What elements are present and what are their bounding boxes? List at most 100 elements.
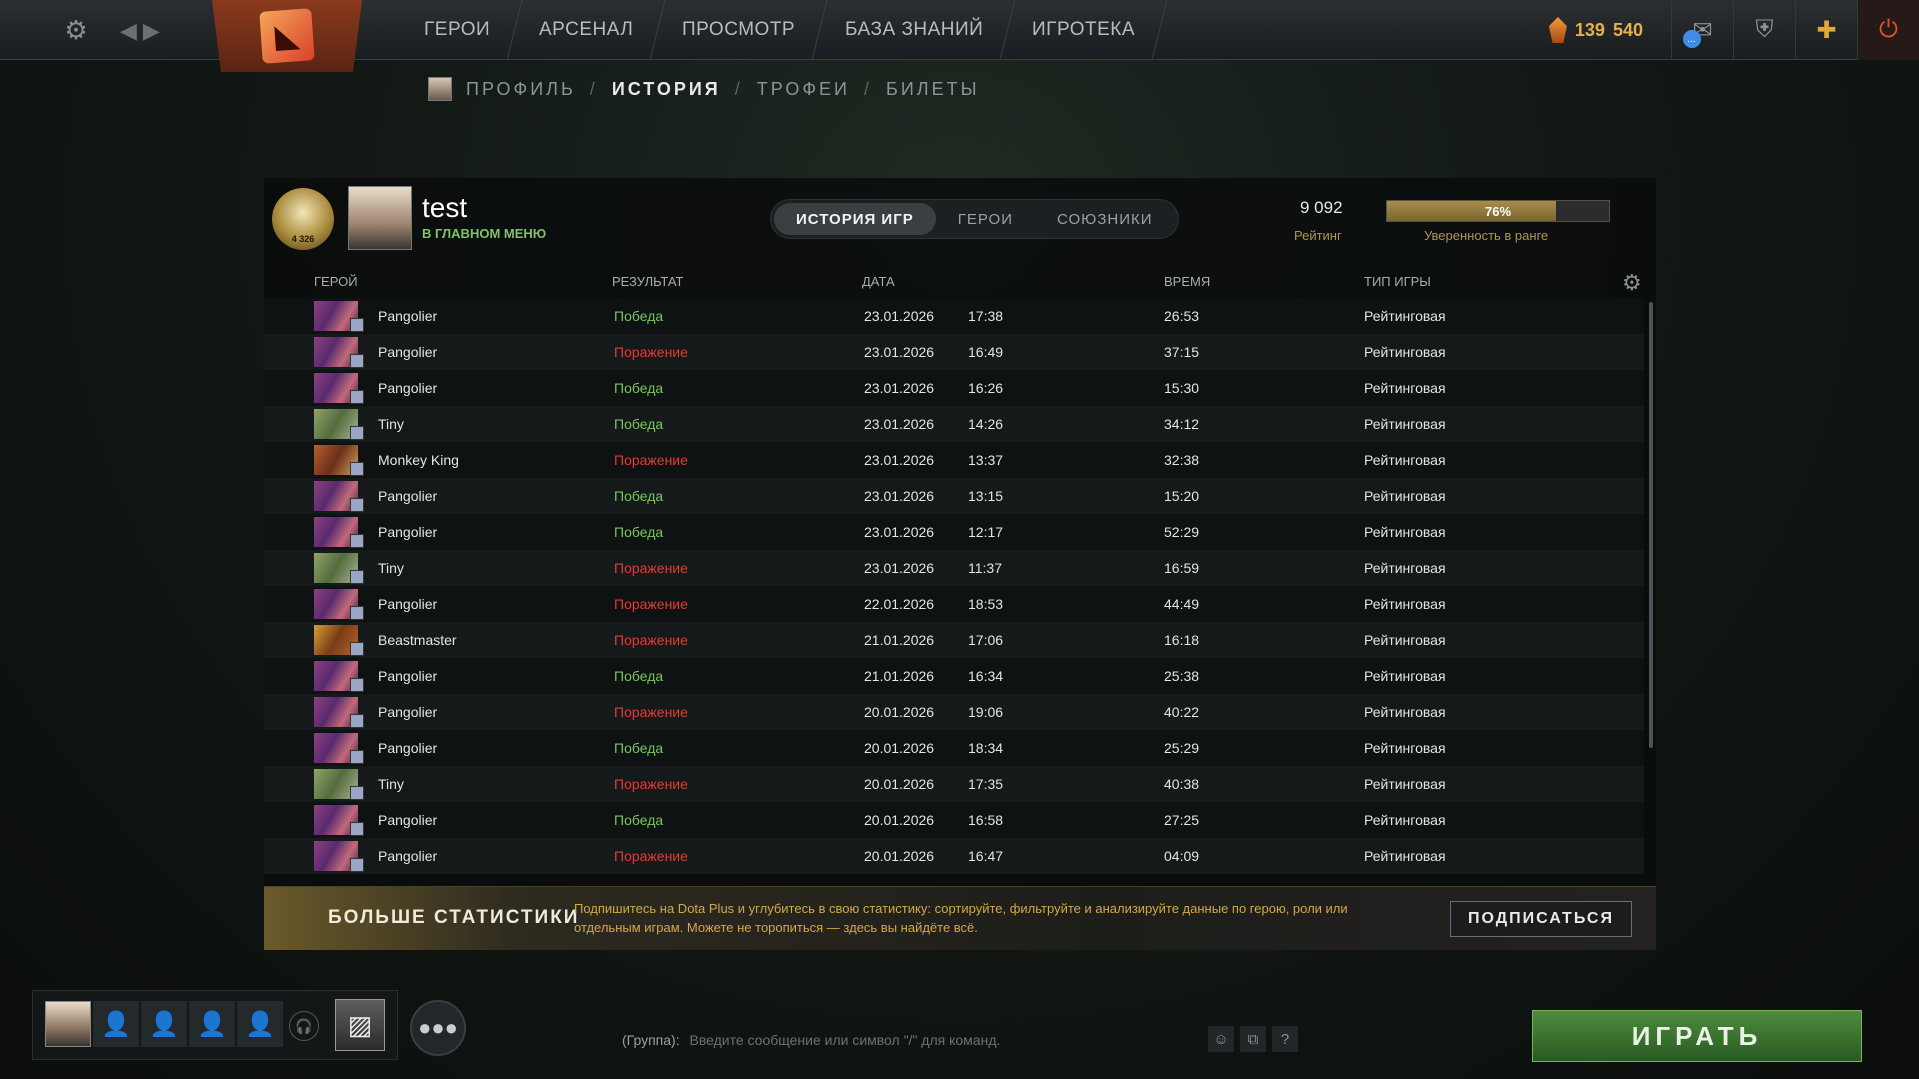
party-slot-empty[interactable]: 👤 xyxy=(93,1001,139,1047)
emote-icon[interactable]: ⧉ xyxy=(1240,1026,1266,1052)
match-start-time: 18:53 xyxy=(968,596,1004,612)
table-row[interactable]: Pangolier Победа 23.01.2026 17:38 26:53 Рейти… xyxy=(264,298,1644,334)
game-type: Рейтинговая xyxy=(1364,560,1446,576)
nav-heroes[interactable]: ГЕРОИ xyxy=(392,0,523,60)
match-start-time: 17:35 xyxy=(968,776,1004,792)
forward-arrow-icon[interactable]: ▶ xyxy=(143,18,166,43)
match-date: 23.01.2026 xyxy=(864,452,935,468)
hero-name: Pangolier xyxy=(378,740,438,756)
match-start-time: 16:26 xyxy=(968,380,1004,396)
table-row[interactable]: Pangolier Поражение 20.01.2026 19:06 40:22 Ре… xyxy=(264,694,1644,730)
match-start-time: 16:47 xyxy=(968,848,1004,864)
nav-arrows[interactable]: ◀▶ xyxy=(120,18,166,44)
group-icon[interactable]: ●●● xyxy=(410,1000,466,1056)
match-date: 20.01.2026 xyxy=(864,848,935,864)
dota-logo-icon: ◣ xyxy=(259,8,315,64)
hero-name: Tiny xyxy=(378,560,404,576)
tab-allies[interactable]: СОЮЗНИКИ xyxy=(1035,203,1175,235)
table-row[interactable]: Tiny Поражение 23.01.2026 11:37 16:59 Рейтинг… xyxy=(264,550,1644,586)
dota-plus-text: Подпишитесь на Dota Plus и углубитесь в … xyxy=(574,901,1348,935)
role-badge-icon xyxy=(350,462,364,476)
hero-name: Pangolier xyxy=(378,380,438,396)
shield-icon[interactable]: ⛨ xyxy=(1733,0,1795,60)
help-icon[interactable]: ? xyxy=(1272,1026,1298,1052)
hero-name: Monkey King xyxy=(378,452,459,468)
party-slot-empty[interactable]: 👤 xyxy=(189,1001,235,1047)
hero-name: Pangolier xyxy=(378,596,438,612)
hero-name: Pangolier xyxy=(378,704,438,720)
history-tabs: ИСТОРИЯ ИГР ГЕРОИ СОЮЗНИКИ xyxy=(770,199,1179,239)
role-badge-icon xyxy=(350,570,364,584)
table-row[interactable]: Pangolier Победа 23.01.2026 12:17 52:29 Рейти… xyxy=(264,514,1644,550)
nav-arcade[interactable]: ИГРОТЕКА xyxy=(1000,0,1168,60)
match-start-time: 16:58 xyxy=(968,812,1004,828)
table-row[interactable]: Pangolier Победа 21.01.2026 16:34 25:38 Рейти… xyxy=(264,658,1644,694)
power-icon[interactable]: ⏻ xyxy=(1857,0,1919,60)
game-type: Рейтинговая xyxy=(1364,344,1446,360)
table-row[interactable]: Pangolier Победа 20.01.2026 18:34 25:29 Рейти… xyxy=(264,730,1644,766)
breadcrumb-separator: / xyxy=(589,78,598,99)
table-row[interactable]: Beastmaster Поражение 21.01.2026 17:06 16:18… xyxy=(264,622,1644,658)
table-row[interactable]: Pangolier Победа 20.01.2026 16:58 27:25 Рейти… xyxy=(264,802,1644,838)
nav-arsenal[interactable]: АРСЕНАЛ xyxy=(507,0,666,60)
breadcrumb-profile[interactable]: ПРОФИЛЬ xyxy=(466,79,576,100)
plus-icon[interactable]: ✚ xyxy=(1795,0,1857,60)
mail-icon[interactable]: ✉... xyxy=(1671,0,1733,60)
dota-logo-button[interactable]: ◣ xyxy=(212,0,362,72)
table-row[interactable]: Pangolier Поражение 22.01.2026 18:53 44:49 Ре… xyxy=(264,586,1644,622)
match-date: 20.01.2026 xyxy=(864,704,935,720)
tab-heroes[interactable]: ГЕРОИ xyxy=(936,203,1035,235)
tab-match-history[interactable]: ИСТОРИЯ ИГР xyxy=(774,203,936,235)
voice-icon[interactable]: 🎧 xyxy=(289,1011,319,1041)
breadcrumb-tickets[interactable]: БИЛЕТЫ xyxy=(886,79,980,100)
match-duration: 40:38 xyxy=(1164,776,1200,792)
nav-watch[interactable]: ПРОСМОТР xyxy=(650,0,829,60)
hero-name: Pangolier xyxy=(378,308,438,324)
breadcrumb-history[interactable]: ИСТОРИЯ xyxy=(612,79,721,100)
smile-icon[interactable]: ☺ xyxy=(1208,1026,1234,1052)
game-type: Рейтинговая xyxy=(1364,848,1446,864)
back-arrow-icon[interactable]: ◀ xyxy=(120,18,143,43)
table-row[interactable]: Monkey King Поражение 23.01.2026 13:37 32:38… xyxy=(264,442,1644,478)
rank-medal[interactable]: 4 326 xyxy=(272,188,334,250)
table-row[interactable]: Pangolier Поражение 23.01.2026 16:49 37:15 Ре… xyxy=(264,334,1644,370)
table-row[interactable]: Tiny Поражение 20.01.2026 17:35 40:38 Рейтинг… xyxy=(264,766,1644,802)
table-row[interactable]: Pangolier Поражение 20.01.2026 16:47 04:09 Ре… xyxy=(264,838,1644,874)
party-slot-empty[interactable]: 👤 xyxy=(237,1001,283,1047)
columns-gear-icon[interactable]: ⚙ xyxy=(1622,270,1642,296)
match-duration: 52:29 xyxy=(1164,524,1200,540)
play-button[interactable]: ИГРАТЬ xyxy=(1532,1010,1862,1062)
subscribe-button[interactable]: ПОДПИСАТЬСЯ xyxy=(1450,901,1632,937)
shards-display[interactable]: 139 540 xyxy=(1548,17,1643,43)
scrollbar[interactable] xyxy=(1649,302,1653,748)
table-row[interactable]: Pangolier Победа 23.01.2026 13:15 15:20 Рейти… xyxy=(264,478,1644,514)
match-date: 22.01.2026 xyxy=(864,596,935,612)
settings-gear-icon[interactable]: ⚙ xyxy=(62,16,90,44)
role-badge-icon xyxy=(350,606,364,620)
chat-input[interactable]: (Группа): Введите сообщение или символ "… xyxy=(622,1032,1000,1048)
breadcrumb-trophies[interactable]: ТРОФЕИ xyxy=(757,79,850,100)
rating-label: Рейтинг xyxy=(1294,228,1342,243)
match-start-time: 17:06 xyxy=(968,632,1004,648)
match-date: 21.01.2026 xyxy=(864,632,935,648)
breadcrumb-separator: / xyxy=(734,78,743,99)
party-slot-self[interactable] xyxy=(45,1001,91,1047)
party-card-icon[interactable]: ▨ xyxy=(335,999,385,1051)
party-slot-empty[interactable]: 👤 xyxy=(141,1001,187,1047)
match-start-time: 16:34 xyxy=(968,668,1004,684)
game-type: Рейтинговая xyxy=(1364,452,1446,468)
hero-name: Pangolier xyxy=(378,848,438,864)
table-row[interactable]: Pangolier Победа 23.01.2026 16:26 15:30 Рейти… xyxy=(264,370,1644,406)
match-result: Поражение xyxy=(614,560,688,576)
match-duration: 16:18 xyxy=(1164,632,1200,648)
match-date: 23.01.2026 xyxy=(864,416,935,432)
player-avatar[interactable] xyxy=(348,186,412,250)
hero-name: Pangolier xyxy=(378,668,438,684)
nav-learn[interactable]: БАЗА ЗНАНИЙ xyxy=(813,0,1016,60)
match-result: Победа xyxy=(614,740,664,756)
player-status: В ГЛАВНОМ МЕНЮ xyxy=(422,226,547,241)
shard-count-secondary: 540 xyxy=(1612,19,1643,40)
confidence-percent: 76% xyxy=(1484,203,1512,219)
table-row[interactable]: Tiny Победа 23.01.2026 14:26 34:12 Рейтингова… xyxy=(264,406,1644,442)
shard-count: 139 xyxy=(1574,19,1605,40)
